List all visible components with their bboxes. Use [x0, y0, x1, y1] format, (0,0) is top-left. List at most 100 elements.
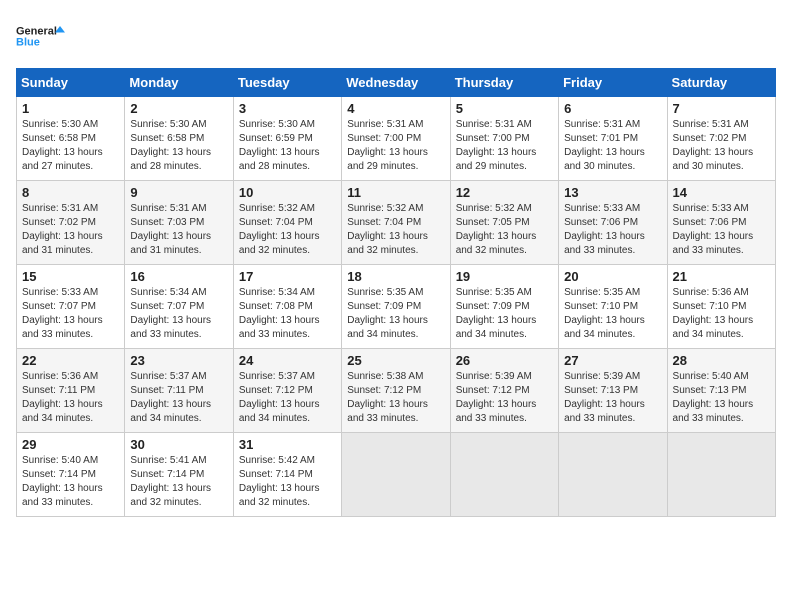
day-number: 10: [239, 185, 336, 200]
day-number: 5: [456, 101, 553, 116]
day-info: Sunrise: 5:32 AM Sunset: 7:04 PM Dayligh…: [347, 202, 444, 258]
calendar-week-4: 22Sunrise: 5:36 AM Sunset: 7:11 PM Dayli…: [17, 349, 776, 433]
day-info: Sunrise: 5:39 AM Sunset: 7:13 PM Dayligh…: [564, 370, 661, 426]
day-info: Sunrise: 5:31 AM Sunset: 7:02 PM Dayligh…: [22, 202, 119, 258]
day-info: Sunrise: 5:33 AM Sunset: 7:06 PM Dayligh…: [564, 202, 661, 258]
weekday-header-friday: Friday: [559, 69, 667, 97]
calendar-cell: 26 Sunrise: 5:39 AM Sunset: 7:12 PM Dayli…: [450, 349, 558, 433]
calendar-cell: 19 Sunrise: 5:35 AM Sunset: 7:09 PM Dayli…: [450, 265, 558, 349]
calendar-cell: 15 Sunrise: 5:33 AM Sunset: 7:07 PM Dayli…: [17, 265, 125, 349]
day-info: Sunrise: 5:36 AM Sunset: 7:10 PM Dayligh…: [673, 286, 770, 342]
svg-text:General: General: [16, 26, 57, 38]
calendar-week-5: 29Sunrise: 5:40 AM Sunset: 7:14 PM Dayli…: [17, 433, 776, 517]
day-number: 31: [239, 437, 336, 452]
calendar-cell: 20Sunrise: 5:35 AM Sunset: 7:10 PM Dayli…: [559, 265, 667, 349]
day-number: 16: [130, 269, 227, 284]
day-number: 27: [564, 353, 661, 368]
calendar-cell: 9 Sunrise: 5:31 AM Sunset: 7:03 PM Daylig…: [125, 181, 233, 265]
weekday-header-tuesday: Tuesday: [233, 69, 341, 97]
calendar-cell: 4 Sunrise: 5:31 AM Sunset: 7:00 PM Daylig…: [342, 97, 450, 181]
calendar-cell: 25 Sunrise: 5:38 AM Sunset: 7:12 PM Dayli…: [342, 349, 450, 433]
day-info: Sunrise: 5:42 AM Sunset: 7:14 PM Dayligh…: [239, 454, 336, 510]
day-info: Sunrise: 5:32 AM Sunset: 7:05 PM Dayligh…: [456, 202, 553, 258]
calendar-cell: 30Sunrise: 5:41 AM Sunset: 7:14 PM Dayli…: [125, 433, 233, 517]
day-info: Sunrise: 5:30 AM Sunset: 6:59 PM Dayligh…: [239, 118, 336, 174]
day-number: 26: [456, 353, 553, 368]
calendar-cell: 17 Sunrise: 5:34 AM Sunset: 7:08 PM Dayli…: [233, 265, 341, 349]
calendar-cell: [559, 433, 667, 517]
day-number: 8: [22, 185, 119, 200]
calendar-week-3: 15 Sunrise: 5:33 AM Sunset: 7:07 PM Dayli…: [17, 265, 776, 349]
day-number: 12: [456, 185, 553, 200]
svg-text:Blue: Blue: [16, 37, 40, 49]
day-number: 6: [564, 101, 661, 116]
calendar-cell: 7Sunrise: 5:31 AM Sunset: 7:02 PM Daylig…: [667, 97, 775, 181]
day-info: Sunrise: 5:39 AM Sunset: 7:12 PM Dayligh…: [456, 370, 553, 426]
weekday-header-wednesday: Wednesday: [342, 69, 450, 97]
calendar-cell: 29Sunrise: 5:40 AM Sunset: 7:14 PM Dayli…: [17, 433, 125, 517]
day-info: Sunrise: 5:37 AM Sunset: 7:11 PM Dayligh…: [130, 370, 227, 426]
day-info: Sunrise: 5:34 AM Sunset: 7:08 PM Dayligh…: [239, 286, 336, 342]
calendar-cell: 24Sunrise: 5:37 AM Sunset: 7:12 PM Dayli…: [233, 349, 341, 433]
calendar-cell: 8 Sunrise: 5:31 AM Sunset: 7:02 PM Daylig…: [17, 181, 125, 265]
day-info: Sunrise: 5:31 AM Sunset: 7:01 PM Dayligh…: [564, 118, 661, 174]
day-info: Sunrise: 5:32 AM Sunset: 7:04 PM Dayligh…: [239, 202, 336, 258]
page-header: General Blue: [16, 16, 776, 56]
calendar-cell: 2 Sunrise: 5:30 AM Sunset: 6:58 PM Daylig…: [125, 97, 233, 181]
day-info: Sunrise: 5:35 AM Sunset: 7:09 PM Dayligh…: [456, 286, 553, 342]
calendar-week-1: 1 Sunrise: 5:30 AM Sunset: 6:58 PM Daylig…: [17, 97, 776, 181]
day-info: Sunrise: 5:41 AM Sunset: 7:14 PM Dayligh…: [130, 454, 227, 510]
day-number: 13: [564, 185, 661, 200]
day-info: Sunrise: 5:40 AM Sunset: 7:13 PM Dayligh…: [673, 370, 770, 426]
day-info: Sunrise: 5:31 AM Sunset: 7:03 PM Dayligh…: [130, 202, 227, 258]
day-number: 23: [130, 353, 227, 368]
calendar-week-2: 8 Sunrise: 5:31 AM Sunset: 7:02 PM Daylig…: [17, 181, 776, 265]
day-info: Sunrise: 5:35 AM Sunset: 7:09 PM Dayligh…: [347, 286, 444, 342]
calendar-cell: 16Sunrise: 5:34 AM Sunset: 7:07 PM Dayli…: [125, 265, 233, 349]
weekday-header-sunday: Sunday: [17, 69, 125, 97]
calendar-cell: [342, 433, 450, 517]
calendar-cell: 31 Sunrise: 5:42 AM Sunset: 7:14 PM Dayli…: [233, 433, 341, 517]
day-number: 1: [22, 101, 119, 116]
day-number: 9: [130, 185, 227, 200]
day-number: 15: [22, 269, 119, 284]
calendar-cell: 21 Sunrise: 5:36 AM Sunset: 7:10 PM Dayli…: [667, 265, 775, 349]
day-info: Sunrise: 5:37 AM Sunset: 7:12 PM Dayligh…: [239, 370, 336, 426]
day-info: Sunrise: 5:38 AM Sunset: 7:12 PM Dayligh…: [347, 370, 444, 426]
weekday-header-monday: Monday: [125, 69, 233, 97]
day-info: Sunrise: 5:30 AM Sunset: 6:58 PM Dayligh…: [130, 118, 227, 174]
calendar-cell: 12 Sunrise: 5:32 AM Sunset: 7:05 PM Dayli…: [450, 181, 558, 265]
day-number: 21: [673, 269, 770, 284]
day-info: Sunrise: 5:36 AM Sunset: 7:11 PM Dayligh…: [22, 370, 119, 426]
day-info: Sunrise: 5:31 AM Sunset: 7:00 PM Dayligh…: [347, 118, 444, 174]
day-number: 11: [347, 185, 444, 200]
calendar-cell: 23 Sunrise: 5:37 AM Sunset: 7:11 PM Dayli…: [125, 349, 233, 433]
calendar-cell: 18 Sunrise: 5:35 AM Sunset: 7:09 PM Dayli…: [342, 265, 450, 349]
weekday-header-saturday: Saturday: [667, 69, 775, 97]
logo: General Blue: [16, 16, 66, 56]
day-number: 19: [456, 269, 553, 284]
calendar-header-row: SundayMondayTuesdayWednesdayThursdayFrid…: [17, 69, 776, 97]
day-info: Sunrise: 5:31 AM Sunset: 7:02 PM Dayligh…: [673, 118, 770, 174]
day-number: 2: [130, 101, 227, 116]
day-info: Sunrise: 5:33 AM Sunset: 7:07 PM Dayligh…: [22, 286, 119, 342]
calendar-cell: 14Sunrise: 5:33 AM Sunset: 7:06 PM Dayli…: [667, 181, 775, 265]
calendar-cell: 3 Sunrise: 5:30 AM Sunset: 6:59 PM Daylig…: [233, 97, 341, 181]
day-number: 25: [347, 353, 444, 368]
day-number: 14: [673, 185, 770, 200]
calendar-cell: 28 Sunrise: 5:40 AM Sunset: 7:13 PM Dayli…: [667, 349, 775, 433]
day-number: 3: [239, 101, 336, 116]
calendar-cell: [450, 433, 558, 517]
day-info: Sunrise: 5:31 AM Sunset: 7:00 PM Dayligh…: [456, 118, 553, 174]
day-number: 18: [347, 269, 444, 284]
calendar-cell: 1Sunrise: 5:30 AM Sunset: 6:58 PM Daylig…: [17, 97, 125, 181]
day-number: 4: [347, 101, 444, 116]
calendar-cell: 11 Sunrise: 5:32 AM Sunset: 7:04 PM Dayli…: [342, 181, 450, 265]
calendar-cell: [667, 433, 775, 517]
calendar-cell: 6 Sunrise: 5:31 AM Sunset: 7:01 PM Daylig…: [559, 97, 667, 181]
logo-svg: General Blue: [16, 16, 66, 56]
day-number: 17: [239, 269, 336, 284]
day-number: 28: [673, 353, 770, 368]
calendar-cell: 13 Sunrise: 5:33 AM Sunset: 7:06 PM Dayli…: [559, 181, 667, 265]
day-info: Sunrise: 5:40 AM Sunset: 7:14 PM Dayligh…: [22, 454, 119, 510]
